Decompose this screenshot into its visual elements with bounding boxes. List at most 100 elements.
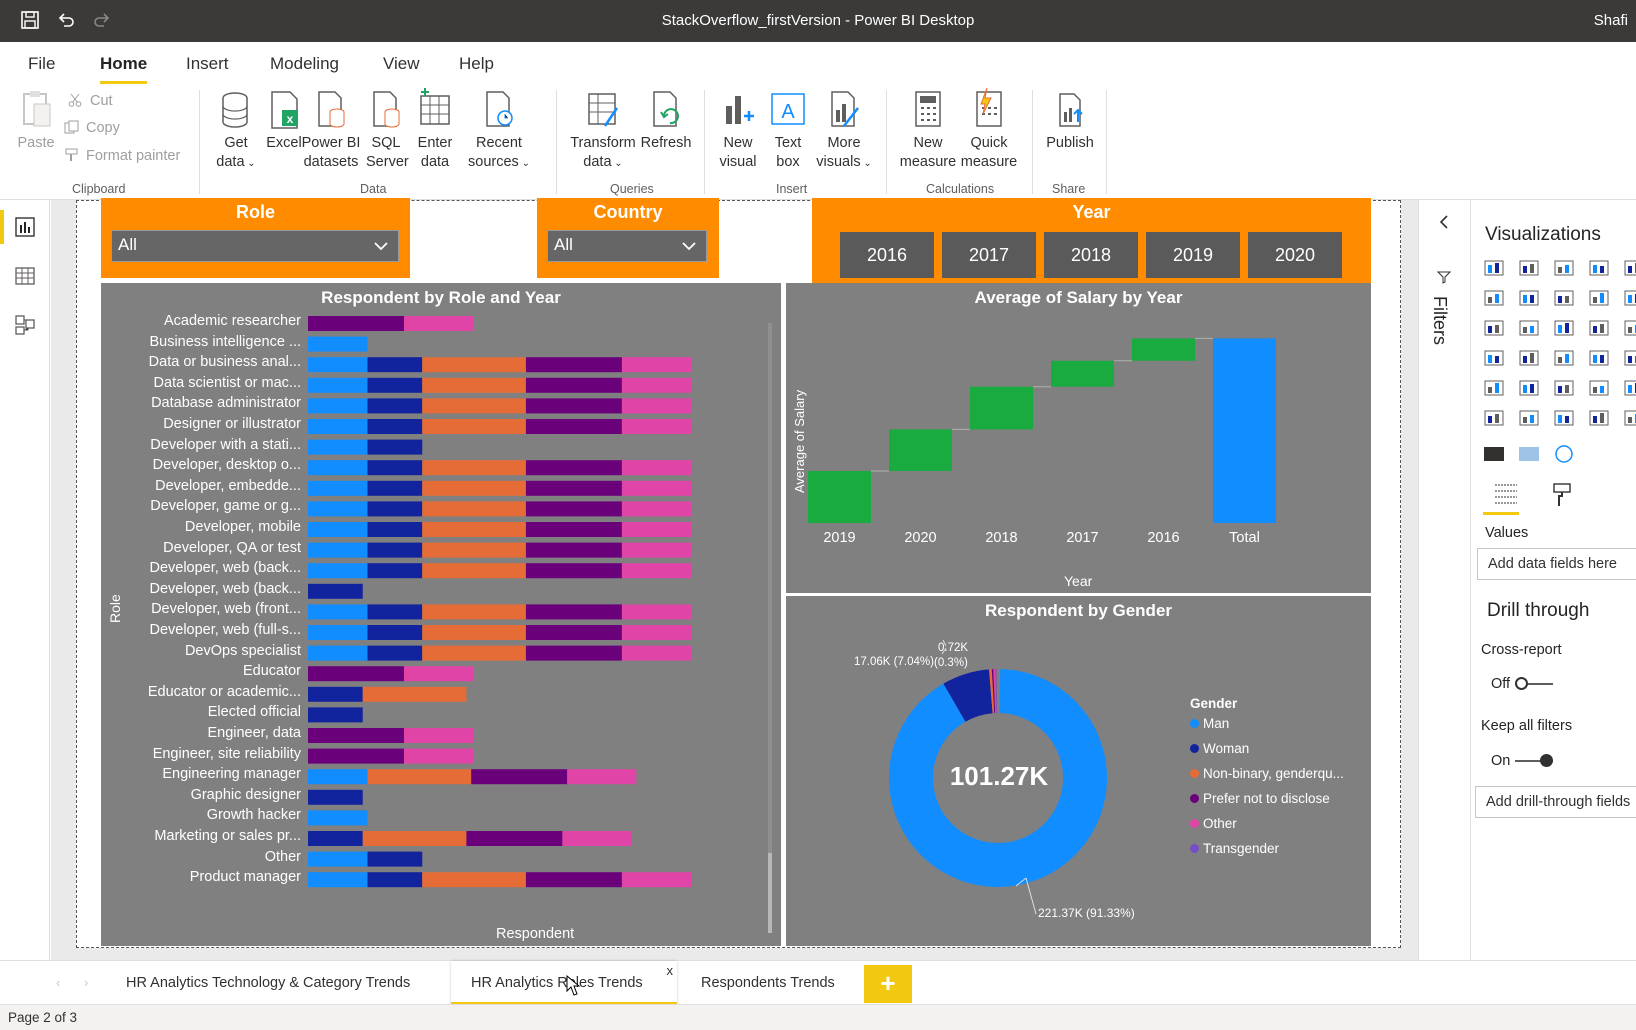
tab-help[interactable]: Help (459, 54, 494, 74)
role-bar-segment[interactable] (621, 625, 692, 640)
values-field-well[interactable]: Add data fields here (1477, 548, 1636, 580)
legend-item[interactable]: Prefer not to disclose (1190, 791, 1330, 806)
close-tab-icon[interactable]: x (667, 949, 674, 993)
waterfall-bar[interactable] (889, 429, 952, 471)
role-bar-segment[interactable] (308, 439, 368, 455)
page-tab-respondents[interactable]: Respondents Trends (681, 961, 855, 1005)
scrollbar-thumb[interactable] (768, 853, 772, 933)
role-bar-segment[interactable] (525, 480, 622, 496)
keep-filters-toggle[interactable] (1515, 754, 1553, 768)
percent-bar-icon[interactable] (1623, 258, 1636, 278)
role-bar-segment[interactable] (525, 398, 622, 414)
year-button-2019[interactable]: 2019 (1146, 232, 1240, 278)
role-bar-segment[interactable] (308, 810, 368, 826)
role-bar-segment[interactable] (362, 686, 467, 702)
role-bar-segment[interactable] (362, 831, 467, 846)
role-bar-segment[interactable] (367, 645, 423, 661)
transform-data-button[interactable]: Transform data ⌄ (570, 88, 636, 173)
role-bar-segment[interactable] (367, 851, 423, 867)
key-influencers-icon[interactable] (1483, 408, 1505, 428)
filters-pane-title[interactable]: Filters (1429, 296, 1450, 345)
role-bar-segment[interactable] (621, 398, 692, 414)
role-bar-segment[interactable] (308, 748, 404, 764)
role-bar-segment[interactable] (367, 872, 423, 888)
paste-button[interactable]: Paste (14, 88, 58, 153)
map-icon[interactable] (1483, 348, 1505, 368)
clustered-column-icon[interactable] (1588, 258, 1610, 278)
enter-data-button[interactable]: Enter data (414, 88, 456, 172)
role-bar-segment[interactable] (367, 542, 423, 558)
role-bar-segment[interactable] (367, 480, 423, 496)
table-icon[interactable] (1553, 378, 1575, 398)
waterfall-bar[interactable] (970, 386, 1033, 430)
tab-view[interactable]: View (383, 54, 420, 74)
get-data-button[interactable]: Get data ⌄ (212, 88, 260, 173)
waterfall-bar[interactable] (1132, 338, 1195, 361)
more-visuals-button[interactable]: More visuals ⌄ (816, 88, 872, 173)
role-bar-segment[interactable] (308, 377, 368, 393)
role-bar-segment[interactable] (525, 563, 622, 579)
area-chart-icon[interactable] (1518, 288, 1540, 308)
tab-insert[interactable]: Insert (186, 54, 229, 74)
gauge-icon[interactable] (1588, 348, 1610, 368)
power-bi-datasets-button[interactable]: Power BI datasets (301, 88, 361, 172)
role-bar-segment[interactable] (308, 398, 368, 414)
country-dropdown[interactable]: All (547, 230, 707, 262)
year-button-2020[interactable]: 2020 (1248, 232, 1342, 278)
role-bar-segment[interactable] (422, 357, 526, 373)
clustered-bar-icon[interactable] (1553, 258, 1575, 278)
role-bar-segment[interactable] (525, 522, 622, 537)
role-bar-segment[interactable] (562, 831, 632, 846)
vertical-scrollbar[interactable] (768, 323, 772, 933)
role-bar-segment[interactable] (422, 563, 526, 579)
waterfall-bar[interactable] (1213, 338, 1276, 523)
role-bar-segment[interactable] (308, 480, 368, 496)
role-bar-segment[interactable] (621, 563, 692, 579)
format-painter-button[interactable]: Format painter (64, 148, 180, 164)
model-view-icon[interactable] (14, 314, 36, 336)
smart-narrative-icon[interactable] (1588, 408, 1610, 428)
pie-icon[interactable] (1588, 318, 1610, 338)
role-bar-segment[interactable] (422, 604, 526, 620)
legend-item[interactable]: Transgender (1190, 841, 1279, 856)
role-bar-segment[interactable] (308, 789, 363, 805)
page-tab-technology[interactable]: HR Analytics Technology & Category Trend… (106, 961, 430, 1005)
role-bar-segment[interactable] (367, 604, 423, 620)
waterfall-icon[interactable] (1483, 318, 1505, 338)
role-bar-segment[interactable] (621, 522, 692, 537)
role-bar-segment[interactable] (621, 645, 692, 661)
format-roller-icon[interactable] (1551, 482, 1573, 508)
role-bar-segment[interactable] (367, 439, 423, 455)
role-bar-segment[interactable] (308, 460, 368, 476)
year-button-2018[interactable]: 2018 (1044, 232, 1138, 278)
role-bar-segment[interactable] (621, 419, 692, 434)
excel-button[interactable]: x Excel (264, 88, 304, 153)
role-bar-segment[interactable] (525, 377, 622, 393)
slicer-icon[interactable] (1518, 378, 1540, 398)
role-bar-segment[interactable] (422, 398, 526, 414)
role-bar-segment[interactable] (422, 460, 526, 476)
qa-icon[interactable] (1553, 408, 1575, 428)
role-bar-segment[interactable] (308, 542, 368, 558)
kpi-icon[interactable] (1483, 378, 1505, 398)
role-bar-segment[interactable] (525, 872, 622, 888)
role-bar-segment[interactable] (308, 625, 368, 640)
role-bar-segment[interactable] (525, 542, 622, 558)
new-visual-button[interactable]: New visual (716, 88, 760, 172)
add-page-button[interactable]: + (864, 965, 912, 1003)
new-measure-button[interactable]: New measure (898, 88, 958, 172)
role-bar-segment[interactable] (471, 769, 568, 785)
data-view-icon[interactable] (14, 265, 36, 287)
role-year-bar-chart[interactable]: Respondent by Role and Year Role Academi… (101, 283, 781, 946)
stacked-area-icon[interactable] (1553, 288, 1575, 308)
role-bar-segment[interactable] (367, 357, 423, 373)
role-bar-segment[interactable] (404, 666, 474, 682)
role-bar-segment[interactable] (525, 460, 622, 476)
custom-visual-icon-1[interactable] (1483, 444, 1505, 464)
legend-item[interactable]: Man (1190, 716, 1229, 731)
role-bar-segment[interactable] (308, 645, 368, 661)
decomposition-tree-icon[interactable] (1518, 408, 1540, 428)
role-bar-segment[interactable] (621, 604, 692, 620)
role-bar-segment[interactable] (367, 419, 423, 434)
waterfall-bar[interactable] (1051, 360, 1114, 387)
